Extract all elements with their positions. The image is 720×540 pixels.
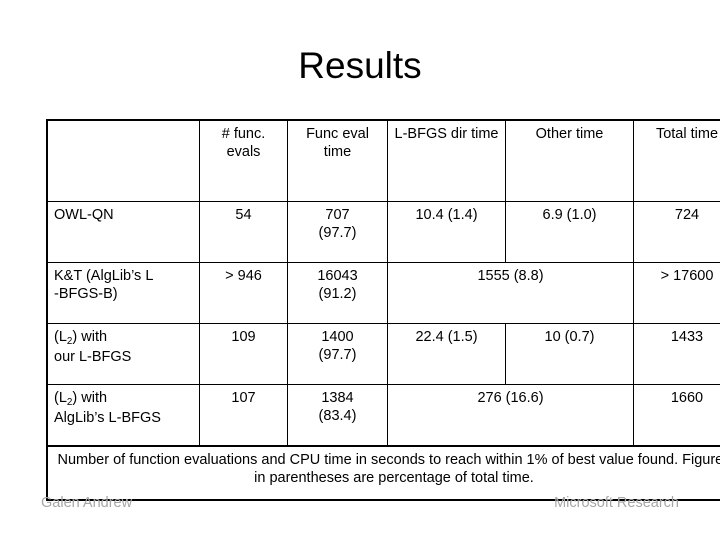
cell-total-time: 1433: [633, 323, 720, 385]
cell-func-evals: > 946: [199, 262, 288, 324]
row-label-l2-our-lbfgs: (L2) with our L-BFGS: [46, 323, 200, 385]
row-label-suffix: ) with: [72, 329, 108, 345]
row-label-suffix: ) with: [72, 390, 108, 406]
row-label-owl-qn: OWL-QN: [46, 201, 200, 263]
page-title: Results: [298, 45, 422, 86]
row-label-prefix: (L: [54, 390, 67, 406]
results-table: # func. evals Func eval time L-BFGS dir …: [46, 119, 720, 501]
cell-other-time: 6.9 (1.0): [505, 201, 634, 263]
cell-other-time: 10 (0.7): [505, 323, 634, 385]
cell-func-evals: 54: [199, 201, 288, 263]
table-row: K&T (AlgLib’s L -BFGS-B) > 946 16043 (91…: [46, 262, 720, 324]
footer-organization: Microsoft Research: [554, 495, 679, 511]
row-label-line2: -BFGS-B): [54, 286, 118, 302]
table-header-row: # func. evals Func eval time L-BFGS dir …: [46, 119, 720, 202]
column-header-other-time: Other time: [505, 119, 634, 202]
column-header-lbfgs-dir-time: L-BFGS dir time: [387, 119, 506, 202]
cell-func-eval-time: 16043 (91.2): [287, 262, 388, 324]
footer-author: Galen Andrew: [41, 495, 133, 511]
row-label-line2: AlgLib’s L-BFGS: [54, 410, 161, 426]
row-label-prefix: (L: [54, 329, 67, 345]
row-label-line2: our L-BFGS: [54, 349, 132, 365]
column-header-total-time: Total time: [633, 119, 720, 202]
table-row: (L2) with our L-BFGS 109 1400 (97.7) 22.…: [46, 323, 720, 385]
cell-total-time: > 17600: [633, 262, 720, 324]
cell-lbfgs-dir-time: 22.4 (1.5): [387, 323, 506, 385]
results-table-container: # func. evals Func eval time L-BFGS dir …: [46, 119, 720, 501]
column-header-label: [46, 119, 200, 202]
row-label-subscript: 2: [66, 396, 73, 408]
cell-value-percent: (97.7): [318, 225, 357, 241]
slide-footer: Galen Andrew Microsoft Research: [0, 484, 720, 540]
cell-func-eval-time: 1400 (97.7): [287, 323, 388, 385]
table-row: (L2) with AlgLib’s L-BFGS 107 1384 (83.4…: [46, 384, 720, 447]
cell-func-evals: 109: [199, 323, 288, 385]
table-row: OWL-QN 54 707 (97.7) 10.4 (1.4) 6.9 (1.0…: [46, 201, 720, 263]
cell-lbfgs-dir-time: 10.4 (1.4): [387, 201, 506, 263]
row-label-kt-alglib: K&T (AlgLib’s L -BFGS-B): [46, 262, 200, 324]
row-label-line1: K&T (AlgLib’s L: [54, 268, 154, 284]
cell-lbfgs-and-other-time-merged: 1555 (8.8): [387, 262, 634, 324]
column-header-func-evals: # func. evals: [199, 119, 288, 202]
row-label-l2-alglib-lbfgs: (L2) with AlgLib’s L-BFGS: [46, 384, 200, 447]
cell-value-primary: 1400: [321, 329, 354, 345]
cell-func-evals: 107: [199, 384, 288, 447]
cell-total-time: 1660: [633, 384, 720, 447]
cell-func-eval-time: 1384 (83.4): [287, 384, 388, 447]
cell-total-time: 724: [633, 201, 720, 263]
column-header-func-eval-time: Func eval time: [287, 119, 388, 202]
cell-value-primary: 707: [325, 207, 350, 223]
cell-value-primary: 16043: [317, 268, 358, 284]
row-label-subscript: 2: [66, 335, 73, 347]
slide: Results # func. evals Func eval time L-B…: [0, 0, 720, 540]
cell-lbfgs-and-other-time-merged: 276 (16.6): [387, 384, 634, 447]
cell-value-percent: (97.7): [318, 347, 357, 363]
cell-func-eval-time: 707 (97.7): [287, 201, 388, 263]
cell-value-primary: 1384: [321, 390, 354, 406]
cell-value-percent: (83.4): [318, 408, 357, 424]
cell-value-percent: (91.2): [318, 286, 357, 302]
